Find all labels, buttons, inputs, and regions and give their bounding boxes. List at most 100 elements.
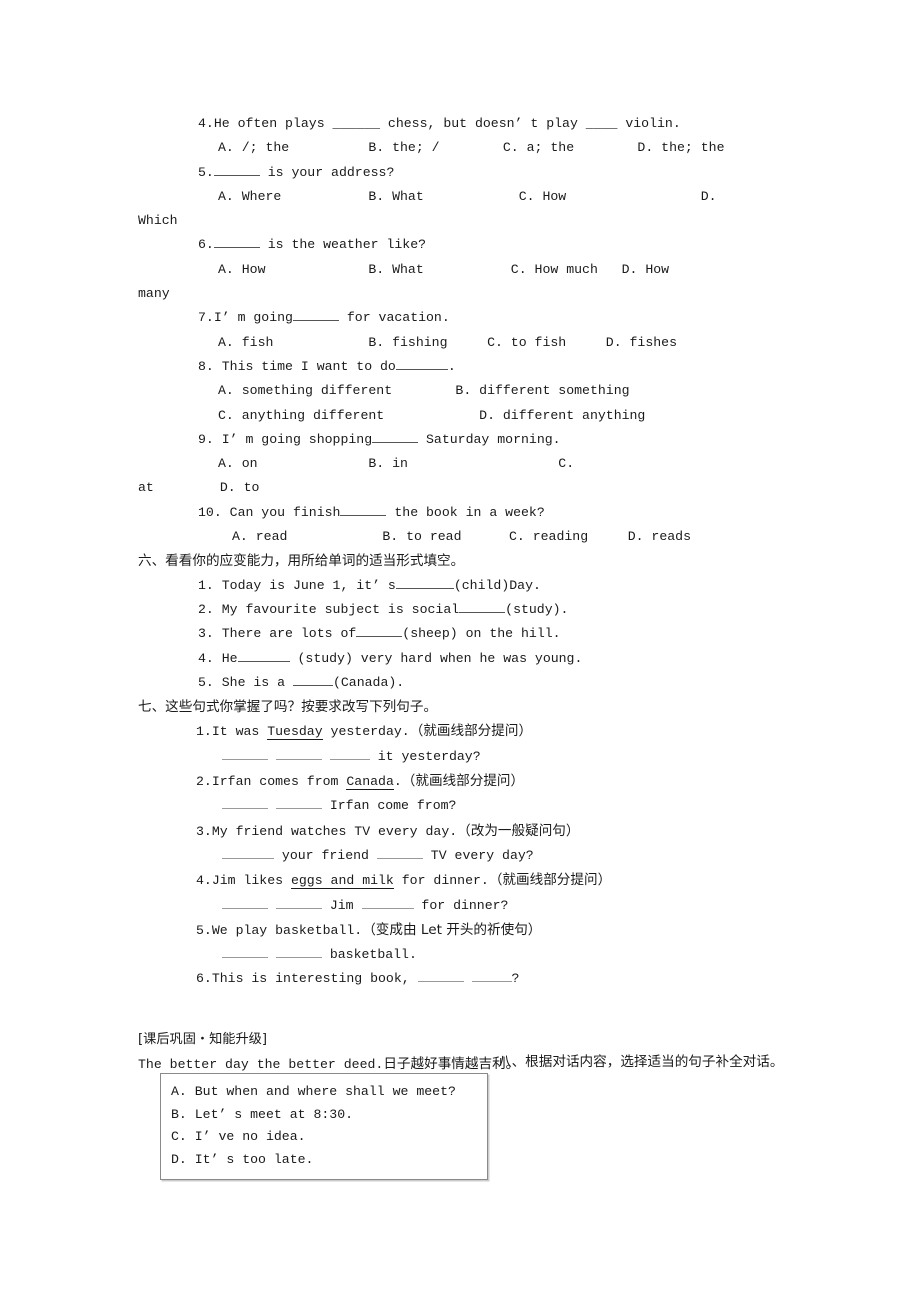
question-8-options-line-2: C. anything different D. different anyth… (218, 407, 646, 423)
item-text-before: We play basketball. (211, 922, 363, 938)
section-seven-item-4: 4.Jim likes eggs and milk for dinner.（就画… (138, 868, 784, 893)
item-text-before: 1. Today is June 1, it’ s (198, 577, 396, 593)
question-8-options-line-1: A. something different B. different some… (218, 383, 630, 399)
answer-blank (417, 981, 464, 983)
item-text-before: 2. My favourite subject is social (198, 601, 460, 617)
answer-blank (459, 611, 506, 613)
question-7-stem: 7.I’ m going for vacation. (138, 306, 784, 330)
answer-blank (222, 808, 268, 810)
item-instruction: （改为一般疑问句） (457, 822, 580, 839)
section-seven-item-6: 6.This is interesting book, ? (138, 967, 784, 991)
question-8-stem: 8. This time I want to do. (138, 355, 784, 379)
question-8-after: . (447, 358, 456, 374)
item-text-before: This is interesting book, (211, 971, 418, 987)
question-9-overflow: at (138, 480, 154, 496)
choice-option-d[interactable]: D. It’ s too late. (171, 1149, 477, 1172)
item-text-after: (study) very hard when he was young. (289, 650, 583, 666)
underlined-phrase: eggs and milk (290, 873, 394, 890)
question-5-prefix: 5. (198, 164, 214, 180)
item-text-before: My friend watches TV every day. (211, 823, 458, 839)
choice-option-a[interactable]: A. But when and where shall we meet? (171, 1081, 477, 1104)
bracket-title: [课后巩固・知能升级] (138, 1032, 267, 1047)
section-seven-heading: 七、这些句式你掌握了吗？按要求改写下列句子。 (138, 699, 438, 716)
answer-blank (222, 907, 268, 909)
item-text-after: (sheep) on the hill. (402, 626, 561, 642)
section-seven-answer-2: Irfan come from? (138, 794, 784, 818)
worksheet-page: 4.He often plays ______ chess, but doesn… (0, 0, 920, 1302)
item-number: 6. (196, 971, 212, 987)
section-six-item-3: 3. There are lots of (sheep) on the hill. (138, 622, 784, 646)
question-6-overflow: many (138, 286, 170, 302)
question-5-suffix: is your address? (259, 164, 395, 180)
item-instruction: （就画线部分提问） (488, 872, 612, 889)
main-content: 4.He often plays ______ chess, but doesn… (138, 112, 784, 992)
question-4-options: A. /; the B. the; / C. a; the D. the; th… (218, 140, 725, 156)
section-seven-item-2: 2.Irfan comes from Canada.（就画线部分提问） (138, 769, 784, 794)
question-10-stem: 10. Can you finish the book in a week? (138, 501, 784, 525)
item-text-before: It was (211, 724, 268, 740)
underlined-phrase: Tuesday (267, 724, 323, 741)
answer-blank (275, 957, 322, 959)
question-7-options: A. fish B. fishing C. to fish D. fishes (218, 334, 677, 350)
dialogue-choices-box: A. But when and where shall we meet? B. … (160, 1073, 488, 1180)
question-10-options: A. read B. to read C. reading D. reads (232, 529, 691, 545)
question-5-stem: 5. is your address? (138, 161, 784, 185)
answer-blank (275, 808, 322, 810)
question-6-options: A. How B. What C. How much D. How (218, 261, 670, 277)
underlined-phrase: Canada (346, 774, 394, 791)
answer-blank (340, 514, 387, 516)
answer-tail: ? (511, 971, 520, 987)
item-text-after: (Canada). (332, 674, 405, 690)
section-six-heading: 六、看看你的应变能力，用所给单词的适当形式填空。 (138, 553, 465, 570)
item-text-before: Irfan comes from (211, 774, 347, 790)
choice-option-c[interactable]: C. I’ ve no idea. (171, 1126, 477, 1149)
answer-blank (222, 758, 268, 760)
question-4-stem: 4.He often plays ______ chess, but doesn… (198, 116, 681, 131)
item-text-before: 3. There are lots of (198, 626, 357, 642)
answer-blank (395, 368, 448, 370)
item-text-before: 5. She is a (198, 674, 293, 690)
answer-blank (237, 660, 290, 662)
question-9-overflow-row: at D. to (138, 476, 784, 500)
section-seven-answer-5: basketball. (138, 943, 784, 967)
answer-blank (329, 758, 370, 760)
question-7-after: for vacation. (338, 310, 450, 326)
question-10-before: 10. Can you finish (198, 504, 341, 520)
question-5-overflow: Which (138, 213, 178, 229)
item-instruction: （就画线部分提问） (401, 773, 525, 790)
question-6-prefix: 6. (198, 237, 214, 253)
section-seven-answer-3: your friend TV every day? (138, 844, 784, 868)
item-text-after: yesterday. (322, 724, 410, 740)
item-text-after: (study). (505, 601, 569, 617)
answer-blank (292, 320, 339, 322)
question-9-stem: 9. I’ m going shopping Saturday morning. (138, 428, 784, 452)
question-10-after: the book in a week? (386, 504, 545, 520)
question-5-options: A. Where B. What C. How D. (218, 188, 717, 204)
question-6-suffix: is the weather like? (259, 237, 427, 253)
answer-tail: basketball. (321, 947, 417, 963)
answer-tail: it yesterday? (369, 748, 481, 764)
proverb-english: The better day the better deed. (138, 1057, 384, 1073)
answer-blank (376, 857, 423, 859)
question-9-options: A. on B. in C. (218, 456, 575, 472)
section-six-item-5: 5. She is a (Canada). (138, 671, 784, 695)
section-seven-item-5: 5.We play basketball.（变成由 Let 开头的祈使句） (138, 918, 784, 943)
section-seven-answer-1: it yesterday? (138, 745, 784, 769)
answer-blank (275, 758, 322, 760)
section-seven-answer-4: Jim for dinner? (138, 894, 784, 918)
answer-blank (292, 684, 333, 686)
answer-blank (213, 174, 260, 176)
item-number: 1. (196, 724, 212, 740)
section-eight-heading: 八、根据对话内容，选择适当的句子补全对话。 (498, 1054, 784, 1070)
answer-blank (275, 907, 322, 909)
item-text-after: for dinner. (393, 873, 489, 889)
item-text-before: 4. He (198, 650, 238, 666)
answer-blank (372, 441, 419, 443)
question-8-before: 8. This time I want to do (198, 358, 396, 374)
item-instruction: （变成由 Let 开头的祈使句） (362, 921, 542, 938)
question-9-options-line-2: D. to (219, 480, 260, 496)
choice-option-b[interactable]: B. Let’ s meet at 8:30. (171, 1104, 477, 1127)
section-seven-item-3: 3.My friend watches TV every day.（改为一般疑问… (138, 819, 784, 844)
question-7-before: 7.I’ m going (198, 310, 293, 326)
item-number: 4. (196, 873, 212, 889)
